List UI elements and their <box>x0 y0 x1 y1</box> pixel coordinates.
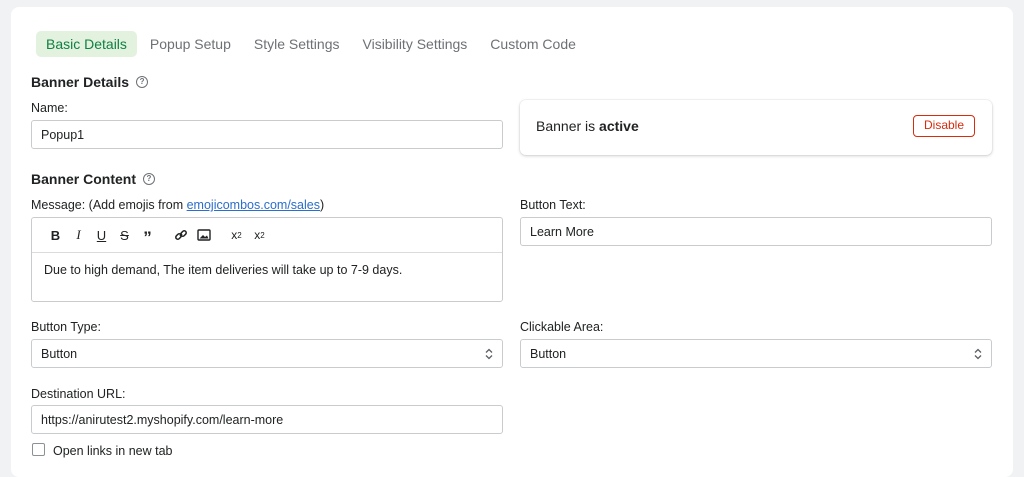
select-arrows-icon <box>485 348 493 360</box>
clickable-area-label: Clickable Area: <box>520 320 604 334</box>
emojicombos-link[interactable]: emojicombos.com/sales <box>187 198 320 212</box>
clickable-area-select[interactable]: Button <box>520 339 992 368</box>
banner-content-heading: Banner Content ? <box>31 171 155 187</box>
button-type-select[interactable]: Button <box>31 339 503 368</box>
superscript-icon[interactable]: x2 <box>248 225 271 245</box>
open-new-tab-checkbox[interactable] <box>32 443 45 456</box>
clickable-area-value: Button <box>530 346 567 361</box>
banner-status-panel: Banner is active Disable <box>520 100 992 155</box>
name-input[interactable]: Popup1 <box>31 120 503 149</box>
help-icon[interactable]: ? <box>136 76 149 88</box>
image-icon[interactable] <box>192 225 215 245</box>
bold-icon[interactable]: B <box>44 225 67 245</box>
destination-url-value: https://anirutest2.myshopify.com/learn-m… <box>41 412 284 427</box>
message-label-prefix: Message: (Add emojis from <box>31 198 187 212</box>
underline-icon[interactable]: U <box>90 225 113 245</box>
button-type-value: Button <box>41 346 78 361</box>
settings-card: Basic Details Popup Setup Style Settings… <box>11 7 1013 477</box>
banner-content-title: Banner Content <box>31 171 136 187</box>
tab-basic-details[interactable]: Basic Details <box>36 31 137 57</box>
message-label-suffix: ) <box>320 198 325 212</box>
subscript-icon[interactable]: x2 <box>225 225 248 245</box>
select-arrows-icon <box>974 348 982 360</box>
disable-button[interactable]: Disable <box>913 115 975 137</box>
banner-details-heading: Banner Details ? <box>31 74 149 90</box>
name-label: Name: <box>31 101 68 115</box>
quote-icon[interactable]: ” <box>136 222 159 248</box>
button-text-value: Learn More <box>530 224 594 239</box>
tab-popup-setup[interactable]: Popup Setup <box>140 31 241 57</box>
strikethrough-icon[interactable]: S <box>113 225 136 245</box>
tab-custom-code[interactable]: Custom Code <box>480 31 586 57</box>
button-text-input[interactable]: Learn More <box>520 217 992 246</box>
tab-bar: Basic Details Popup Setup Style Settings… <box>36 31 589 57</box>
banner-details-title: Banner Details <box>31 74 130 90</box>
message-editor[interactable]: B I U S ” x2 x2 Due to high demand, The … <box>31 217 503 302</box>
message-label: Message: (Add emojis from emojicombos.co… <box>31 198 324 212</box>
status-state: active <box>599 118 639 134</box>
italic-icon[interactable]: I <box>67 225 90 245</box>
tab-style-settings[interactable]: Style Settings <box>244 31 350 57</box>
link-icon[interactable] <box>169 225 192 245</box>
destination-url-input[interactable]: https://anirutest2.myshopify.com/learn-m… <box>31 405 503 434</box>
name-value: Popup1 <box>41 127 85 142</box>
status-text: Banner is active <box>536 118 639 134</box>
tab-visibility-settings[interactable]: Visibility Settings <box>353 31 478 57</box>
editor-toolbar: B I U S ” x2 x2 <box>32 218 502 253</box>
help-icon[interactable]: ? <box>143 173 155 185</box>
destination-url-label: Destination URL: <box>31 387 126 401</box>
button-text-label: Button Text: <box>520 198 586 212</box>
status-prefix: Banner is <box>536 118 600 134</box>
button-type-label: Button Type: <box>31 320 101 334</box>
message-text[interactable]: Due to high demand, The item deliveries … <box>32 253 502 287</box>
open-new-tab-label: Open links in new tab <box>53 444 173 458</box>
